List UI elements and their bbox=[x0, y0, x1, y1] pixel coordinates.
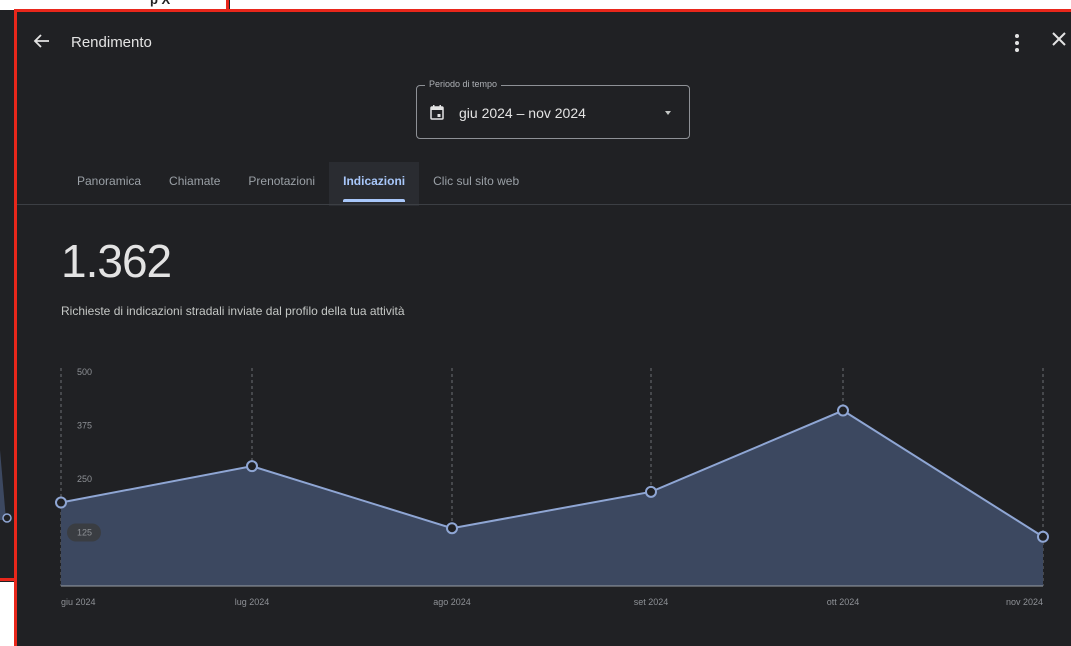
arrow-back-icon[interactable] bbox=[33, 32, 53, 52]
period-value: giu 2024 – nov 2024 bbox=[459, 105, 586, 121]
performance-dialog: Rendimento Periodo di tempo giu 2024 – n… bbox=[14, 9, 1071, 646]
period-select[interactable]: Periodo di tempo giu 2024 – nov 2024 bbox=[416, 79, 690, 139]
dialog-title: Rendimento bbox=[71, 34, 152, 51]
more-vert-icon[interactable] bbox=[1009, 32, 1025, 54]
tab-panoramica[interactable]: Panoramica bbox=[63, 162, 155, 206]
tab-bar: Panoramica Chiamate Prenotazioni Indicaz… bbox=[63, 162, 533, 206]
tab-clic-sito-web[interactable]: Clic sul sito web bbox=[419, 162, 533, 206]
tabs-divider bbox=[17, 204, 1071, 205]
dropdown-arrow-icon bbox=[665, 111, 671, 115]
dialog-header: Rendimento bbox=[17, 12, 1071, 74]
chart-x-tick-label: ago 2024 bbox=[433, 597, 471, 607]
metric-value: 1.362 bbox=[61, 235, 172, 287]
chart-y-tick-label: 125 bbox=[77, 528, 92, 538]
chart-x-tick-label: set 2024 bbox=[634, 597, 669, 607]
period-label: Periodo di tempo bbox=[425, 79, 502, 89]
metric-description: Richieste di indicazioni stradali inviat… bbox=[61, 304, 405, 318]
background-white-area bbox=[0, 582, 14, 646]
chart-x-tick-label: giu 2024 bbox=[61, 597, 96, 607]
chart-point bbox=[1037, 530, 1049, 543]
chart-y-tick-label: 250 bbox=[77, 474, 92, 484]
chart-point bbox=[246, 460, 258, 473]
background-chart-fragment bbox=[0, 450, 12, 523]
chart-x-tick-label: lug 2024 bbox=[235, 597, 270, 607]
chart-point bbox=[446, 522, 458, 535]
chart-y-tick-label: 375 bbox=[77, 421, 92, 431]
background-tab-fragment: p X bbox=[150, 0, 222, 8]
chart-point bbox=[837, 404, 849, 417]
chart-x-tick-label: ott 2024 bbox=[827, 597, 860, 607]
close-icon[interactable] bbox=[1051, 31, 1067, 51]
chart-x-tick-label: nov 2024 bbox=[1006, 597, 1043, 607]
calendar-icon bbox=[430, 105, 444, 120]
chart-y-tick-label: 500 bbox=[77, 367, 92, 377]
chart-area bbox=[61, 410, 1043, 586]
directions-chart: 500 375 250 125 giu 2024 lug 2024 ago 2024 set … bbox=[55, 367, 1049, 607]
tab-chiamate[interactable]: Chiamate bbox=[155, 162, 234, 206]
chart-point bbox=[55, 496, 67, 509]
tab-indicazioni[interactable]: Indicazioni bbox=[329, 162, 420, 206]
chart-point bbox=[645, 485, 657, 498]
tab-prenotazioni[interactable]: Prenotazioni bbox=[234, 162, 329, 206]
